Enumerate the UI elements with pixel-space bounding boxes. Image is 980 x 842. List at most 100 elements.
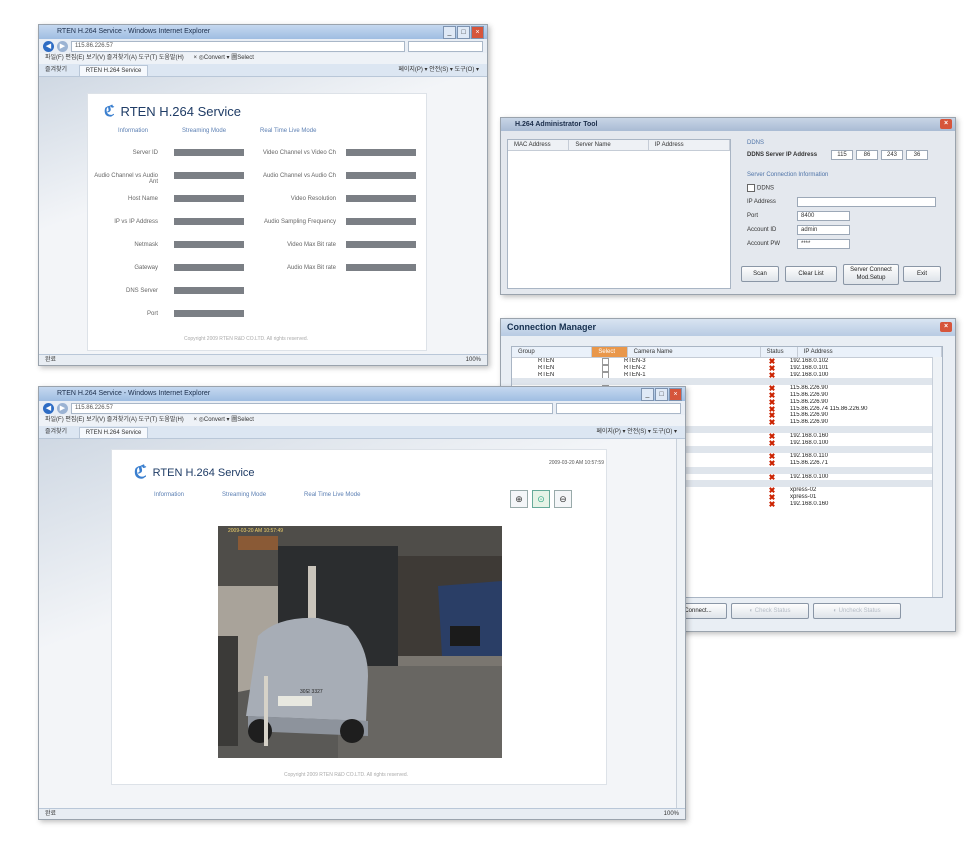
favorites-button[interactable]: 즐겨찾기 [45, 429, 67, 435]
tab-streaming-mode[interactable]: Streaming Mode [222, 492, 266, 498]
close-icon[interactable]: × [940, 119, 952, 129]
uncheck-status-button[interactable]: ◐ Uncheck Status [813, 603, 901, 619]
url-input[interactable]: 115.86.226.57 [71, 402, 553, 414]
tab-real-time-live-mode[interactable]: Real Time Live Mode [260, 128, 316, 134]
status-disconnected-icon: ✖ [768, 358, 776, 365]
status-text: 완료 [45, 811, 57, 817]
service-nav: Information Streaming Mode Real Time Live … [118, 128, 316, 134]
back-icon[interactable]: ◀ [43, 40, 54, 52]
service-nav: Information Streaming Mode Real Time Live … [154, 492, 360, 498]
zoom-level[interactable]: 100% [466, 355, 481, 365]
maximize-icon[interactable]: □ [457, 26, 470, 39]
table-row[interactable]: RTEN RTEN-1 ✖ 192.168.0.100 [512, 371, 942, 379]
column-header[interactable]: Server Name [569, 140, 649, 150]
ip-octet[interactable]: 86 [856, 150, 878, 160]
status-disconnected-icon: ✖ [768, 398, 776, 406]
maximize-icon[interactable]: □ [655, 388, 668, 401]
command-bar[interactable]: 페이지(P) ▾ 안전(S) ▾ 도구(O) ▾ [398, 64, 479, 76]
cell-ip: 115.86.226.90 [790, 391, 828, 398]
table-row[interactable]: RTEN RTEN-2 ✖ 192.168.0.101 [512, 364, 942, 372]
url-input[interactable]: 115.86.226.57 [71, 40, 405, 52]
search-input[interactable] [556, 402, 681, 414]
browser-tab[interactable]: RTEN H.264 Service [78, 65, 149, 76]
device-list[interactable]: MAC Address Server Name IP Address [507, 139, 731, 289]
select-checkbox[interactable] [590, 364, 620, 372]
browser-window-live: RTEN H.264 Service - Windows Internet Ex… [38, 386, 686, 820]
ddns-ip-input[interactable]: 115 86 243 36 [831, 150, 928, 160]
minimize-icon[interactable]: _ [641, 388, 654, 401]
ip-octet[interactable]: 115 [831, 150, 853, 160]
clear-list-button[interactable]: Clear List [785, 266, 837, 282]
field-label: IP vs IP Address [114, 219, 158, 225]
ip-octet[interactable]: 36 [906, 150, 928, 160]
ddns-checkbox[interactable]: DDNS [747, 184, 774, 192]
forward-icon[interactable]: ▶ [57, 40, 68, 52]
status-disconnected-icon: ✖ [768, 385, 776, 392]
account-id-input[interactable]: admin [797, 225, 850, 235]
status-disconnected-icon: ✖ [768, 432, 776, 440]
cell-ip: 192.168.0.100 [790, 473, 829, 480]
live-icon[interactable]: ⊙ [532, 490, 550, 508]
copyright-text: Copyright 2009 RTEN R&D CO.LTD. All righ… [184, 336, 309, 342]
column-header[interactable]: IP Address [649, 140, 731, 150]
close-icon[interactable]: × [669, 388, 682, 401]
column-header[interactable]: IP Address [798, 347, 943, 357]
back-icon[interactable]: ◀ [43, 402, 54, 414]
connection-section-label: Server Connection Information [747, 172, 829, 178]
live-camera-view[interactable]: 2009-03-20 AM 10:57:49 30모 3327 [218, 526, 502, 758]
license-plate: 30모 3327 [300, 689, 323, 695]
field-value [174, 172, 244, 179]
minimize-icon[interactable]: _ [443, 26, 456, 39]
menu-items[interactable]: 파일(F) 편집(E) 보기(V) 즐겨찾기(A) 도구(T) 도움말(H) [45, 417, 184, 423]
favorites-button[interactable]: 즐겨찾기 [45, 67, 67, 73]
field-value [174, 149, 244, 156]
tab-information[interactable]: Information [154, 492, 184, 498]
account-pw-input[interactable]: **** [797, 239, 850, 249]
command-bar[interactable]: 페이지(P) ▾ 안전(S) ▾ 도구(O) ▾ [596, 426, 677, 438]
zoom-level[interactable]: 100% [664, 809, 679, 819]
browser-tab[interactable]: RTEN H.264 Service [78, 427, 149, 438]
menu-bar[interactable]: 파일(F) 편집(E) 보기(V) 즐겨찾기(A) 도구(T) 도움말(H) ×… [39, 415, 685, 426]
column-header[interactable]: Group [512, 347, 593, 357]
column-header[interactable]: MAC Address [508, 140, 570, 150]
ip-address-select[interactable] [797, 197, 936, 207]
column-header[interactable]: Select [592, 347, 628, 357]
exit-button[interactable]: Exit [903, 266, 941, 282]
select-checkbox[interactable] [590, 358, 620, 365]
zoom-in-icon[interactable]: ⊕ [510, 490, 528, 508]
server-connect-button[interactable]: Server Connect Mod.Setup [843, 264, 899, 285]
status-disconnected-icon: ✖ [768, 391, 776, 399]
column-header[interactable]: Status [761, 347, 798, 357]
menu-bar[interactable]: 파일(F) 편집(E) 보기(V) 즐겨찾기(A) 도구(T) 도움말(H) ×… [39, 53, 487, 64]
toolbar-extra[interactable]: × ◎Convert ▾ 圖Select [193, 417, 253, 423]
connmgr-title: Connection Manager [507, 322, 597, 332]
select-checkbox[interactable] [590, 378, 620, 385]
ip-octet[interactable]: 243 [881, 150, 903, 160]
tab-streaming-mode[interactable]: Streaming Mode [182, 128, 226, 134]
scrollbar[interactable] [932, 357, 942, 597]
menu-items[interactable]: 파일(F) 편집(E) 보기(V) 즐겨찾기(A) 도구(T) 도움말(H) [45, 55, 184, 61]
cell-group: RTEN [538, 371, 555, 378]
check-status-button[interactable]: ◐ Check Status [731, 603, 809, 619]
column-header[interactable]: Camera Name [628, 347, 761, 357]
forward-icon[interactable]: ▶ [57, 402, 68, 414]
toolbar-extra[interactable]: × ◎Convert ▾ 圖Select [193, 55, 253, 61]
port-input[interactable]: 8400 [797, 211, 850, 221]
scan-button[interactable]: Scan [741, 266, 779, 282]
tab-information[interactable]: Information [118, 128, 148, 134]
zoom-out-icon[interactable]: ⊖ [554, 490, 572, 508]
tab-real-time-live-mode[interactable]: Real Time Live Mode [304, 492, 360, 498]
status-disconnected-icon: ✖ [768, 453, 776, 460]
select-checkbox[interactable] [590, 371, 620, 379]
table-row[interactable] [512, 378, 942, 386]
search-input[interactable] [408, 40, 483, 52]
table-row[interactable]: RTEN RTEN-3 ✖ 192.168.0.102 [512, 358, 942, 365]
close-icon[interactable]: × [940, 322, 952, 332]
close-icon[interactable]: × [471, 26, 484, 39]
field-label: Port [146, 311, 158, 317]
scrollbar[interactable] [676, 439, 685, 809]
field-label: Audio Sampling Frequency [263, 219, 336, 225]
logo-text: RTEN H.264 Service [152, 466, 255, 479]
browser-window-info: RTEN H.264 Service - Windows Internet Ex… [38, 24, 488, 366]
status-disconnected-icon: ✖ [768, 419, 776, 426]
